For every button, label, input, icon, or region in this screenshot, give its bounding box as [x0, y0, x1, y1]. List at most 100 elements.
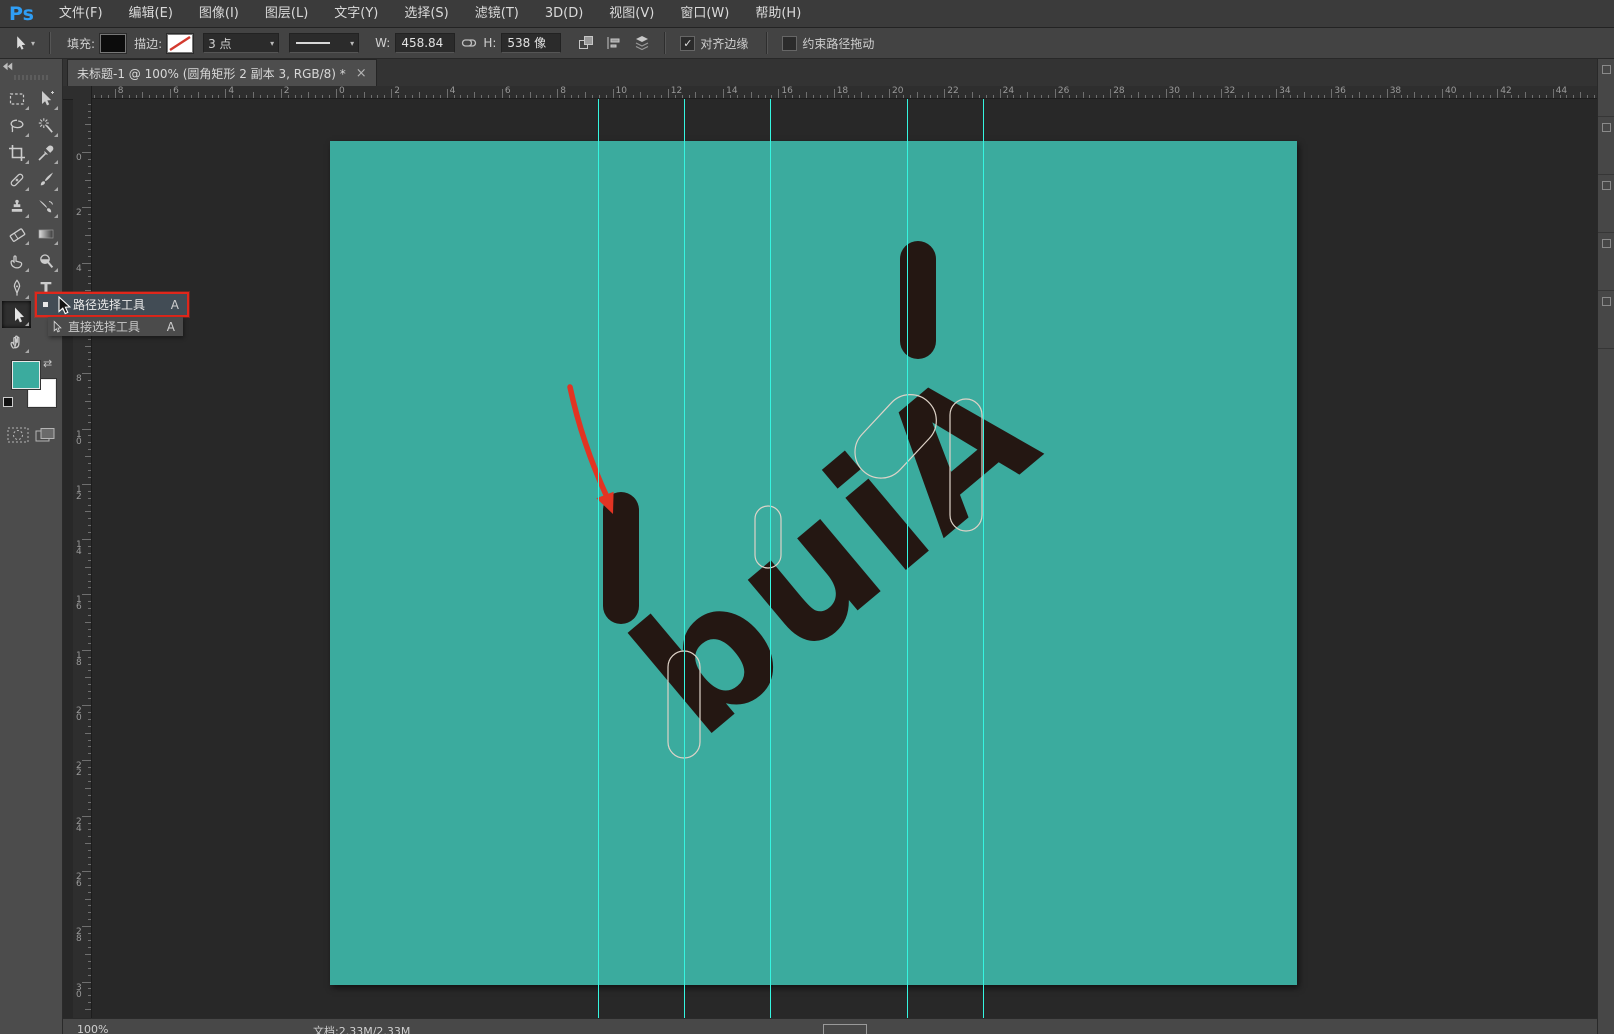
constrain-path-drag-label: 约束路径拖动: [802, 35, 874, 52]
height-label: H:: [483, 36, 496, 50]
link-dimensions-icon[interactable]: [458, 32, 480, 54]
lasso-tool[interactable]: [2, 112, 31, 139]
flyout-corner-icon: [54, 214, 58, 218]
smudge-tool[interactable]: [2, 247, 31, 274]
swap-colors-icon[interactable]: ⇄: [43, 357, 52, 370]
tools-panel: ◀◀ T ⇄: [0, 59, 63, 1034]
default-colors-icon[interactable]: [3, 397, 16, 409]
document-canvas[interactable]: buiA: [330, 141, 1297, 985]
close-tab-icon[interactable]: ×: [356, 66, 367, 81]
menu-item[interactable]: 编辑(E): [116, 0, 186, 27]
vertical-ruler[interactable]: 024681 01 21 41 61 82 02 22 42 62 83 0: [73, 99, 92, 1018]
no-stroke-slash-icon: [168, 35, 192, 52]
ruler-corner[interactable]: [63, 86, 92, 100]
history-brush-tool[interactable]: [31, 193, 60, 220]
menu-item[interactable]: 选择(S): [391, 0, 461, 27]
flyout-corner-icon: [25, 133, 29, 137]
stroke-style-dropdown[interactable]: ▾: [289, 33, 359, 53]
stroke-width-value: 3 点: [208, 35, 231, 52]
zoom-level-field[interactable]: 100%: [77, 1023, 108, 1034]
dodge-tool[interactable]: [31, 247, 60, 274]
collapsed-panel-button[interactable]: [1598, 175, 1614, 233]
flyout-item-shortcut: A: [171, 298, 179, 312]
constrain-path-drag-checkbox[interactable]: [782, 36, 797, 51]
eyedropper-tool[interactable]: [31, 139, 60, 166]
collapsed-panel-button[interactable]: [1598, 233, 1614, 291]
flyout-item-direct-selection[interactable]: 直接选择工具 A: [48, 317, 183, 336]
tool-preset-picker[interactable]: ▾: [0, 34, 41, 52]
stroke-swatch[interactable]: [167, 34, 193, 53]
collapsed-panel-dock[interactable]: [1597, 59, 1614, 1034]
flyout-corner-icon: [54, 187, 58, 191]
flyout-corner-icon: [54, 268, 58, 272]
flyout-item-shortcut: A: [167, 320, 175, 334]
crop-tool[interactable]: [2, 139, 31, 166]
healing-brush-tool[interactable]: [2, 166, 31, 193]
flyout-corner-icon: [25, 241, 29, 245]
vertical-guide[interactable]: [684, 99, 685, 1018]
height-input[interactable]: 538 像: [501, 33, 561, 53]
foreground-color-swatch[interactable]: [12, 361, 40, 389]
align-edges-label: 对齐边缘: [700, 35, 748, 52]
flyout-corner-icon: [25, 106, 29, 110]
magic-wand-tool[interactable]: [31, 112, 60, 139]
document-tab[interactable]: 未标题-1 @ 100% (圆角矩形 2 副本 3, RGB/8) * ×: [67, 59, 377, 86]
hand-tool[interactable]: [2, 328, 31, 355]
stroke-width-dropdown[interactable]: 3 点 ▾: [203, 33, 279, 53]
screen-mode-button[interactable]: [34, 427, 56, 445]
rectangular-marquee-tool[interactable]: [2, 85, 31, 112]
menu-item[interactable]: 图层(L): [252, 0, 321, 27]
path-arrangement-button[interactable]: [631, 32, 653, 54]
path-selection-tool[interactable]: [2, 301, 31, 328]
fill-label: 填充:: [67, 35, 95, 52]
menu-item[interactable]: 文字(Y): [321, 0, 391, 27]
quick-mask-button[interactable]: [7, 427, 29, 443]
menu-item[interactable]: 视图(V): [596, 0, 667, 27]
path-alignment-button[interactable]: [603, 32, 625, 54]
menu-item[interactable]: 帮助(H): [742, 0, 814, 27]
menu-item[interactable]: 窗口(W): [667, 0, 742, 27]
move-tool[interactable]: [31, 85, 60, 112]
menu-item[interactable]: 文件(F): [46, 0, 116, 27]
document-tab-title: 未标题-1 @ 100% (圆角矩形 2 副本 3, RGB/8) *: [77, 65, 346, 82]
brush-tool[interactable]: [31, 166, 60, 193]
vertical-guide[interactable]: [598, 99, 599, 1018]
white-arrow-icon: [50, 319, 64, 335]
tab-bar: 未标题-1 @ 100% (圆角矩形 2 副本 3, RGB/8) * ×: [63, 59, 1597, 86]
status-bar: 100% 文档:2.33M/2.33M: [63, 1018, 1597, 1034]
flyout-corner-icon: [25, 295, 29, 299]
color-swatches: ⇄: [0, 359, 62, 421]
horizontal-ruler[interactable]: 8642024681012141618202224262830323436384…: [92, 86, 1597, 99]
flyout-corner-icon: [54, 106, 58, 110]
panel-grip[interactable]: [14, 75, 48, 80]
collapsed-panel-button[interactable]: [1598, 59, 1614, 117]
path-operations-button[interactable]: [575, 32, 597, 54]
chevron-down-icon: ▾: [31, 39, 35, 48]
menu-items: 文件(F)编辑(E)图像(I)图层(L)文字(Y)选择(S)滤镜(T)3D(D)…: [46, 0, 814, 27]
clone-stamp-tool[interactable]: [2, 193, 31, 220]
collapsed-panel-button[interactable]: [1598, 117, 1614, 175]
menu-item[interactable]: 图像(I): [186, 0, 252, 27]
collapsed-panel-button[interactable]: [1598, 291, 1614, 349]
flyout-item-label: 路径选择工具: [73, 296, 145, 313]
flyout-corner-icon: [54, 133, 58, 137]
menu-item[interactable]: 3D(D): [532, 0, 596, 27]
width-input[interactable]: 458.84: [395, 33, 455, 53]
flyout-item-label: 直接选择工具: [68, 318, 140, 335]
vertical-guide[interactable]: [983, 99, 984, 1018]
fill-swatch[interactable]: [100, 34, 126, 53]
menu-bar: Ps 文件(F)编辑(E)图像(I)图层(L)文字(Y)选择(S)滤镜(T)3D…: [0, 0, 1614, 28]
align-edges-checkbox[interactable]: ✓: [680, 36, 695, 51]
separator: [766, 32, 768, 54]
eraser-tool[interactable]: [2, 220, 31, 247]
separator: [664, 32, 666, 54]
canvas-viewport[interactable]: buiA: [92, 99, 1597, 1018]
gradient-tool[interactable]: [31, 220, 60, 247]
pen-tool[interactable]: [2, 274, 31, 301]
active-tool-bullet: [43, 302, 48, 307]
vertical-guide[interactable]: [907, 99, 908, 1018]
menu-item[interactable]: 滤镜(T): [462, 0, 532, 27]
vertical-guide[interactable]: [770, 99, 771, 1018]
collapse-panel-button[interactable]: ◀◀: [0, 59, 37, 72]
separator: [49, 32, 51, 54]
